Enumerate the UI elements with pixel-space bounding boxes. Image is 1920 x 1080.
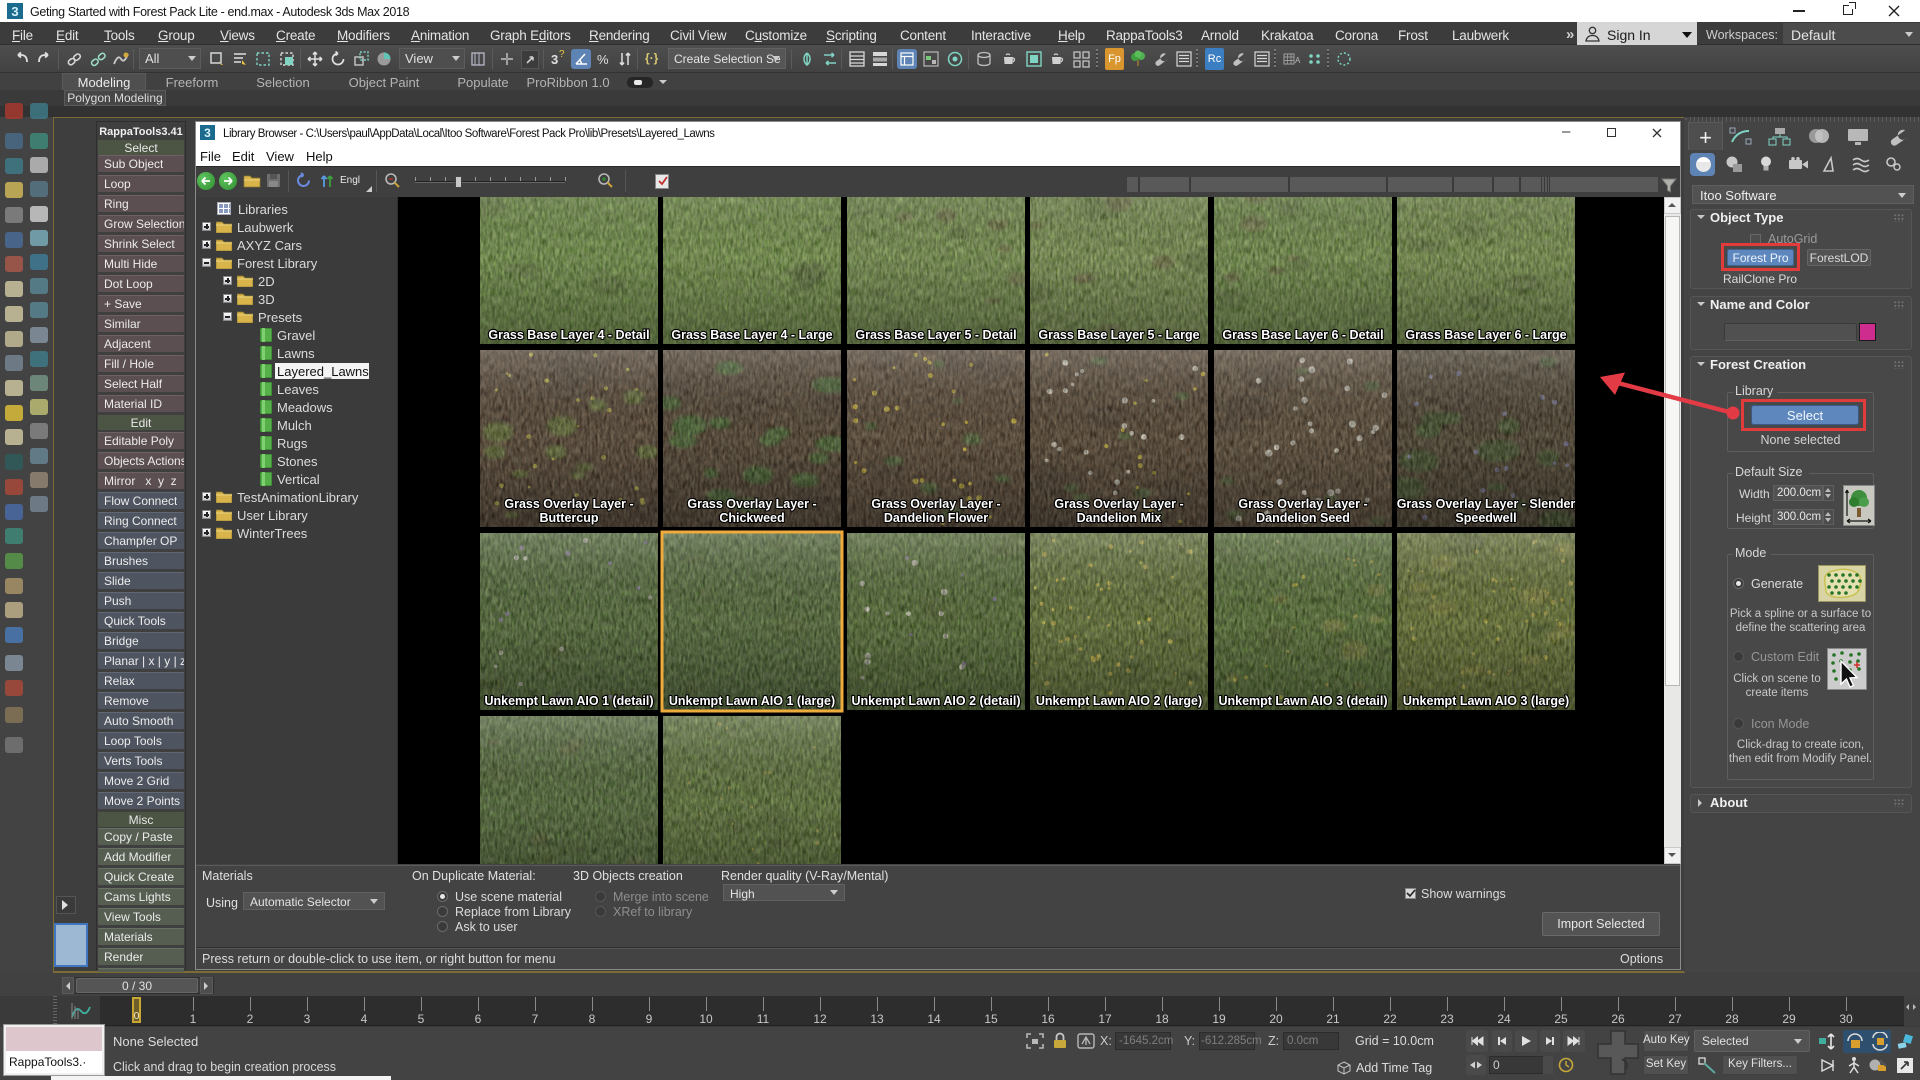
- svg-text:Dandelion Flower: Dandelion Flower: [884, 511, 988, 525]
- svg-text:Grass Overlay Layer -: Grass Overlay Layer -: [1054, 497, 1183, 511]
- svg-text:Chickweed: Chickweed: [719, 511, 784, 525]
- svg-text:3: 3: [11, 4, 18, 19]
- svg-text:Unkempt Lawn AIO 2 (detail): Unkempt Lawn AIO 2 (detail): [851, 694, 1020, 708]
- svg-text:A: A: [1295, 56, 1301, 65]
- svg-text:Grass Overlay Layer -: Grass Overlay Layer -: [1238, 497, 1367, 511]
- svg-text:Buttercup: Buttercup: [539, 511, 598, 525]
- svg-text:Unkempt Lawn AIO 3 (detail): Unkempt Lawn AIO 3 (detail): [1218, 694, 1387, 708]
- svg-text:Dandelion Seed: Dandelion Seed: [1256, 511, 1350, 525]
- svg-text:Unkempt Lawn AIO 3 (large): Unkempt Lawn AIO 3 (large): [1403, 694, 1569, 708]
- svg-text:Unkempt Lawn AIO 2 (large): Unkempt Lawn AIO 2 (large): [1036, 694, 1202, 708]
- svg-text:Speedwell: Speedwell: [1455, 511, 1516, 525]
- svg-text:Unkempt Lawn AIO 1 (large): Unkempt Lawn AIO 1 (large): [669, 694, 835, 708]
- svg-text:Grass Overlay Layer -: Grass Overlay Layer -: [504, 497, 633, 511]
- svg-text:Grass Base Layer 5 - Detail: Grass Base Layer 5 - Detail: [855, 328, 1016, 342]
- svg-text:Grass Base Layer 4 - Large: Grass Base Layer 4 - Large: [671, 328, 832, 342]
- svg-text:Grass Overlay Layer -: Grass Overlay Layer -: [871, 497, 1000, 511]
- svg-text:Grass Overlay Layer -: Grass Overlay Layer -: [687, 497, 816, 511]
- svg-text:Dandelion Mix: Dandelion Mix: [1077, 511, 1162, 525]
- svg-text:Unkempt Lawn AIO 1 (detail): Unkempt Lawn AIO 1 (detail): [484, 694, 653, 708]
- svg-text:Grass Overlay Layer - Slender: Grass Overlay Layer - Slender: [1397, 497, 1576, 511]
- svg-text:Grass Base Layer 5 - Large: Grass Base Layer 5 - Large: [1038, 328, 1199, 342]
- svg-text:Grass Base Layer 6 - Detail: Grass Base Layer 6 - Detail: [1222, 328, 1383, 342]
- svg-text:Grass Base Layer 4 - Detail: Grass Base Layer 4 - Detail: [488, 328, 649, 342]
- svg-text:3: 3: [204, 126, 211, 140]
- svg-text:Grass Base Layer 6 - Large: Grass Base Layer 6 - Large: [1405, 328, 1566, 342]
